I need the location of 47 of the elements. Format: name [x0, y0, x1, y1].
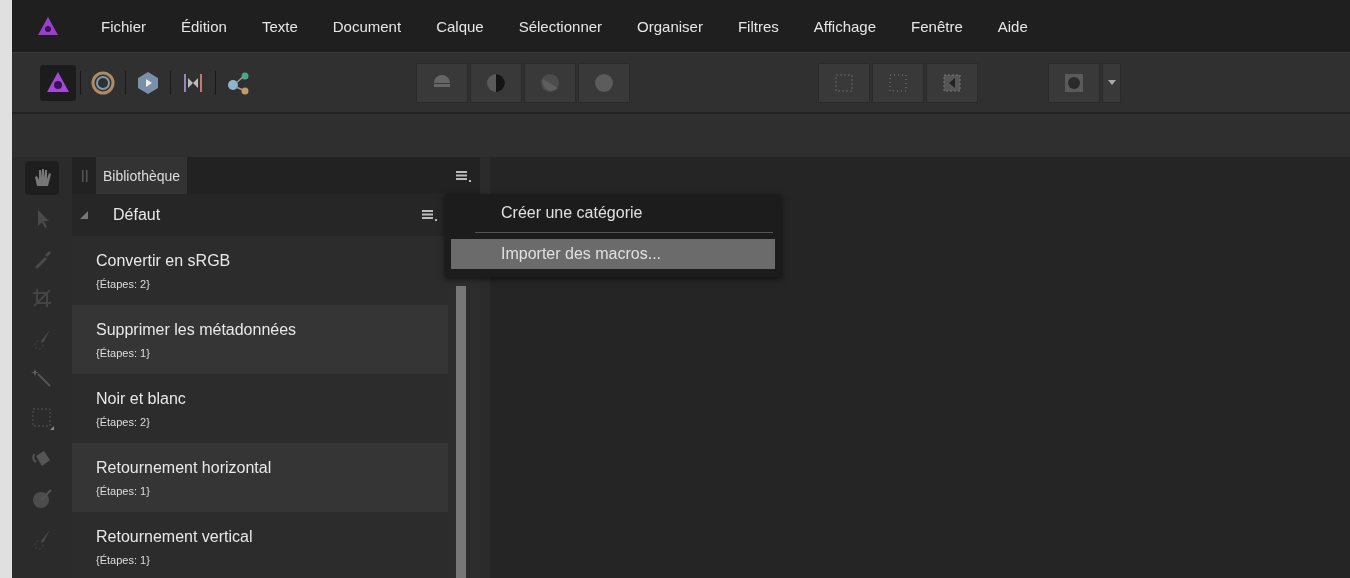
menu-item[interactable]: Sélectionner — [518, 17, 603, 35]
toolbar-button[interactable] — [872, 62, 924, 103]
menu-item[interactable]: Filtres — [737, 17, 779, 35]
panel-menu-icon[interactable] — [456, 169, 472, 182]
macro-item[interactable]: Supprimer les métadonnées {Étapes: 1} — [72, 305, 448, 374]
persona-button[interactable] — [40, 64, 76, 101]
menu-item[interactable]: Édition — [181, 17, 227, 35]
category-header[interactable]: Défaut — [72, 194, 448, 236]
category-label: Défaut — [113, 206, 161, 224]
menu-item[interactable]: Fenêtre — [911, 17, 963, 35]
menu-item[interactable]: Organiser — [637, 17, 703, 35]
panel-tab[interactable]: Bibliothèque — [96, 157, 188, 194]
macro-steps: {Étapes: 1} — [96, 346, 448, 359]
tool-button[interactable] — [25, 161, 59, 195]
category-menu-icon[interactable] — [422, 209, 438, 221]
toolbar-button[interactable] — [926, 62, 978, 103]
macro-name: Retournement vertical — [96, 527, 254, 546]
toolbar-button[interactable] — [578, 62, 630, 103]
dropdown-button[interactable] — [1102, 62, 1121, 103]
macro-name: Supprimer les métadonnées — [96, 320, 298, 339]
toolbar-button[interactable] — [416, 62, 468, 103]
crop-icon — [30, 286, 54, 310]
toolbar-button[interactable] — [1048, 62, 1100, 103]
toolbar-button[interactable] — [470, 62, 522, 103]
drag-handle-icon — [82, 169, 88, 182]
toolbar-button[interactable] — [818, 62, 870, 103]
macro-steps: {Étapes: 1} — [96, 484, 448, 497]
menu-item[interactable]: Créer une catégorie — [451, 198, 775, 228]
app-logo-icon — [37, 16, 59, 36]
macro-name: Noir et blanc — [96, 389, 187, 408]
menu-item[interactable]: Texte — [261, 17, 298, 35]
menu-item[interactable]: Importer des macros... — [451, 239, 775, 269]
macro-steps: {Étapes: 2} — [96, 415, 448, 428]
marquee-icon — [30, 406, 54, 430]
macro-item[interactable]: Retournement horizontal {Étapes: 1} — [72, 443, 448, 512]
menu-item[interactable]: Affichage — [813, 17, 877, 35]
scrollbar[interactable] — [456, 286, 466, 578]
menu-item[interactable]: Fichier — [101, 17, 146, 35]
caret-icon — [1107, 80, 1116, 85]
toolbar-button[interactable] — [524, 62, 576, 103]
macro-name: Convertir en sRGB — [96, 251, 232, 270]
macro-name: Retournement horizontal — [96, 458, 273, 477]
macro-steps: {Étapes: 1} — [96, 553, 448, 566]
menu-item[interactable]: Calque — [436, 17, 484, 35]
macro-steps: {Étapes: 2} — [96, 277, 448, 290]
menu-item[interactable]: Aide — [997, 17, 1028, 35]
menu-item[interactable]: Document — [332, 17, 402, 35]
